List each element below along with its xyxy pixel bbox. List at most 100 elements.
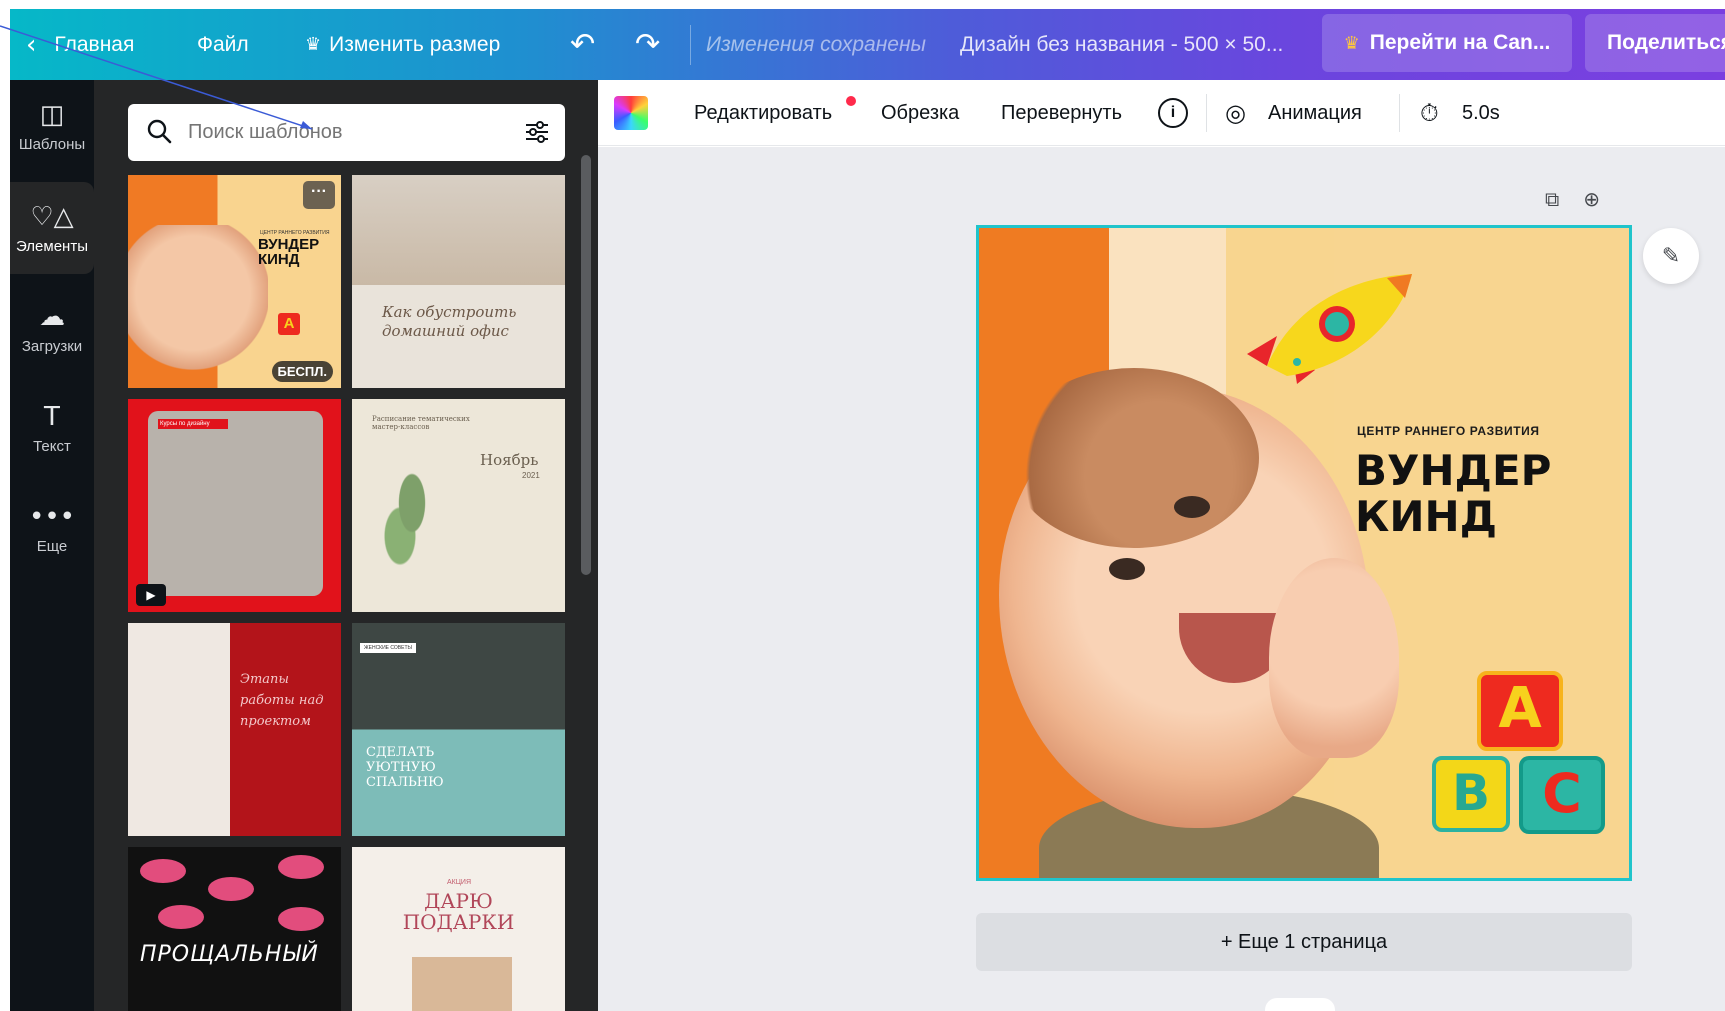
home-button[interactable]: ‹ Главная xyxy=(26,9,134,80)
flip-label: Перевернуть xyxy=(1001,101,1123,124)
rail-item-uploads[interactable]: ☁ Загрузки xyxy=(10,282,94,374)
animation-button[interactable]: Анимация xyxy=(1268,80,1362,146)
design-title[interactable]: ВУНДЕР КИНД xyxy=(1355,448,1551,540)
save-status: Изменения сохранены xyxy=(706,32,926,56)
templates-icon: ◫ xyxy=(39,99,65,130)
notification-dot xyxy=(846,96,856,106)
baby-photo xyxy=(128,225,268,388)
free-badge: БЕСПЛ. xyxy=(271,361,333,382)
zoom-pill[interactable] xyxy=(1265,998,1335,1011)
baby-eye xyxy=(1174,496,1210,518)
toolbar-divider xyxy=(1206,94,1207,132)
go-to-canva-pro-button[interactable]: ♛ Перейти на Can... xyxy=(1322,14,1572,72)
rail-item-label: Еще xyxy=(36,537,68,555)
info-icon[interactable]: i xyxy=(1158,98,1188,128)
block-b[interactable]: B xyxy=(1432,756,1510,832)
animation-icon: ◎ xyxy=(1225,99,1246,127)
block-a[interactable]: A xyxy=(1477,671,1563,751)
template-title: ДАРЮ ПОДАРКИ xyxy=(402,889,515,934)
add-page-button[interactable]: + Еще 1 страница xyxy=(976,913,1632,971)
rail-item-elements[interactable]: ♡△ Элементы xyxy=(10,182,94,274)
top-bar: ‹ Главная Файл ♛ Изменить размер ↶ ↷ Изм… xyxy=(10,9,1725,80)
rail-item-templates[interactable]: ◫ Шаблоны xyxy=(10,80,94,172)
rail-item-more[interactable]: ••• Еще xyxy=(10,482,94,574)
duration-button[interactable]: 5.0s xyxy=(1462,80,1500,146)
panel-scrollbar[interactable] xyxy=(581,155,591,575)
resize-button[interactable]: ♛ Изменить размер xyxy=(305,9,500,80)
search-input[interactable] xyxy=(188,116,508,148)
timer-icon: ⏱ xyxy=(1420,99,1439,127)
file-menu-button[interactable]: Файл xyxy=(197,9,249,80)
template-caption: Курсы по дизайну xyxy=(158,419,228,429)
toolbar-divider xyxy=(1399,94,1400,132)
template-card[interactable]: Как обустроить домашний офис xyxy=(352,175,565,388)
design-title-line: КИНД xyxy=(1355,492,1498,541)
rail-item-text[interactable]: T Текст xyxy=(10,382,94,474)
topbar-divider xyxy=(690,25,691,65)
template-title: СДЕЛАТЬ УЮТНУЮ СПАЛЬНЮ xyxy=(366,745,444,790)
redo-icon[interactable]: ↷ xyxy=(635,9,660,80)
undo-icon[interactable]: ↶ xyxy=(570,9,595,80)
elements-icon: ♡△ xyxy=(30,201,74,232)
design-subtitle[interactable]: ЦЕНТР РАННЕГО РАЗВИТИЯ xyxy=(1357,424,1540,438)
context-toolbar: Редактировать Обрезка Перевернуть i ◎ Ан… xyxy=(598,80,1725,146)
comment-icon[interactable]: ✎ xyxy=(1643,228,1699,284)
rocket-illustration xyxy=(1247,274,1412,384)
template-title: Этапы работы над проектом xyxy=(240,672,324,729)
block-c[interactable]: C xyxy=(1519,756,1605,834)
text-icon: T xyxy=(44,401,60,432)
crop-button[interactable]: Обрезка xyxy=(881,80,959,146)
rail-item-label: Элементы xyxy=(16,237,88,255)
play-icon: ▶ xyxy=(136,584,166,606)
color-swatch-button[interactable] xyxy=(614,96,648,130)
search-icon xyxy=(147,119,172,144)
home-label: Главная xyxy=(54,32,135,56)
animation-label: Анимация xyxy=(1268,101,1362,124)
design-canvas[interactable]: ЦЕНТР РАННЕГО РАЗВИТИЯ ВУНДЕР КИНД A B C xyxy=(976,225,1632,881)
block-a: A xyxy=(278,313,300,335)
filter-sliders-icon[interactable] xyxy=(523,118,551,146)
template-card[interactable]: Курсы по дизайну ▶ xyxy=(128,399,341,612)
resize-label: Изменить размер xyxy=(329,32,501,56)
template-card[interactable]: АКЦИЯ ДАРЮ ПОДАРКИ xyxy=(352,847,565,1011)
template-title: ПРОЩАЛЬНЫЙ xyxy=(140,942,319,967)
duration-label: 5.0s xyxy=(1462,101,1500,124)
more-options-button[interactable]: ··· xyxy=(303,181,335,209)
crown-icon: ♛ xyxy=(1343,32,1360,53)
add-page-icon[interactable]: ⊕ xyxy=(1583,187,1600,211)
template-card[interactable]: Этапы работы над проектом xyxy=(128,623,341,836)
flip-button[interactable]: Перевернуть xyxy=(1001,80,1122,146)
template-heading: Расписание тематических мастер-классов xyxy=(372,415,470,431)
search-box xyxy=(128,104,565,161)
rail-item-label: Шаблоны xyxy=(18,135,86,153)
leaf-illustration xyxy=(382,459,442,569)
template-title: ВУНДЕР КИНД xyxy=(258,236,320,268)
design-title-line: ВУНДЕР xyxy=(1355,446,1552,495)
lips-decoration xyxy=(278,907,324,931)
template-year: 2021 xyxy=(522,471,540,480)
duplicate-page-icon[interactable]: ⧉ xyxy=(1545,187,1559,211)
file-label: Файл xyxy=(197,32,249,56)
chevron-left-icon: ‹ xyxy=(26,29,37,60)
crop-label: Обрезка xyxy=(881,101,960,124)
lips-decoration xyxy=(140,859,186,883)
side-rail: ◫ Шаблоны ♡△ Элементы ☁ Загрузки T Текст… xyxy=(10,80,94,1011)
template-title: Как обустроить домашний офис xyxy=(382,303,517,340)
lips-decoration xyxy=(208,877,254,901)
gift-box-photo xyxy=(412,957,512,1011)
document-name[interactable]: Дизайн без названия - 500 × 50... xyxy=(960,9,1283,80)
rail-item-label: Текст xyxy=(33,437,71,455)
edit-label: Редактировать xyxy=(694,101,833,124)
template-card[interactable]: ЖЕНСКИЕ СОВЕТЫ СДЕЛАТЬ УЮТНУЮ СПАЛЬНЮ xyxy=(352,623,565,836)
templates-panel: ЦЕНТР РАННЕГО РАЗВИТИЯ ВУНДЕР КИНД A ···… xyxy=(94,80,598,1011)
template-month: Ноябрь xyxy=(480,451,539,469)
portrait-photo xyxy=(148,411,323,596)
edit-image-button[interactable]: Редактировать xyxy=(694,80,832,146)
rail-item-label: Загрузки xyxy=(21,337,83,355)
template-card[interactable]: ЦЕНТР РАННЕГО РАЗВИТИЯ ВУНДЕР КИНД A ···… xyxy=(128,175,341,388)
template-card[interactable]: Расписание тематических мастер-классов Н… xyxy=(352,399,565,612)
share-button[interactable]: Поделиться xyxy=(1585,14,1725,72)
template-card[interactable]: ПРОЩАЛЬНЫЙ xyxy=(128,847,341,1011)
baby-hand xyxy=(1269,558,1399,758)
page-actions: ⧉ ⊕ xyxy=(1545,187,1600,211)
